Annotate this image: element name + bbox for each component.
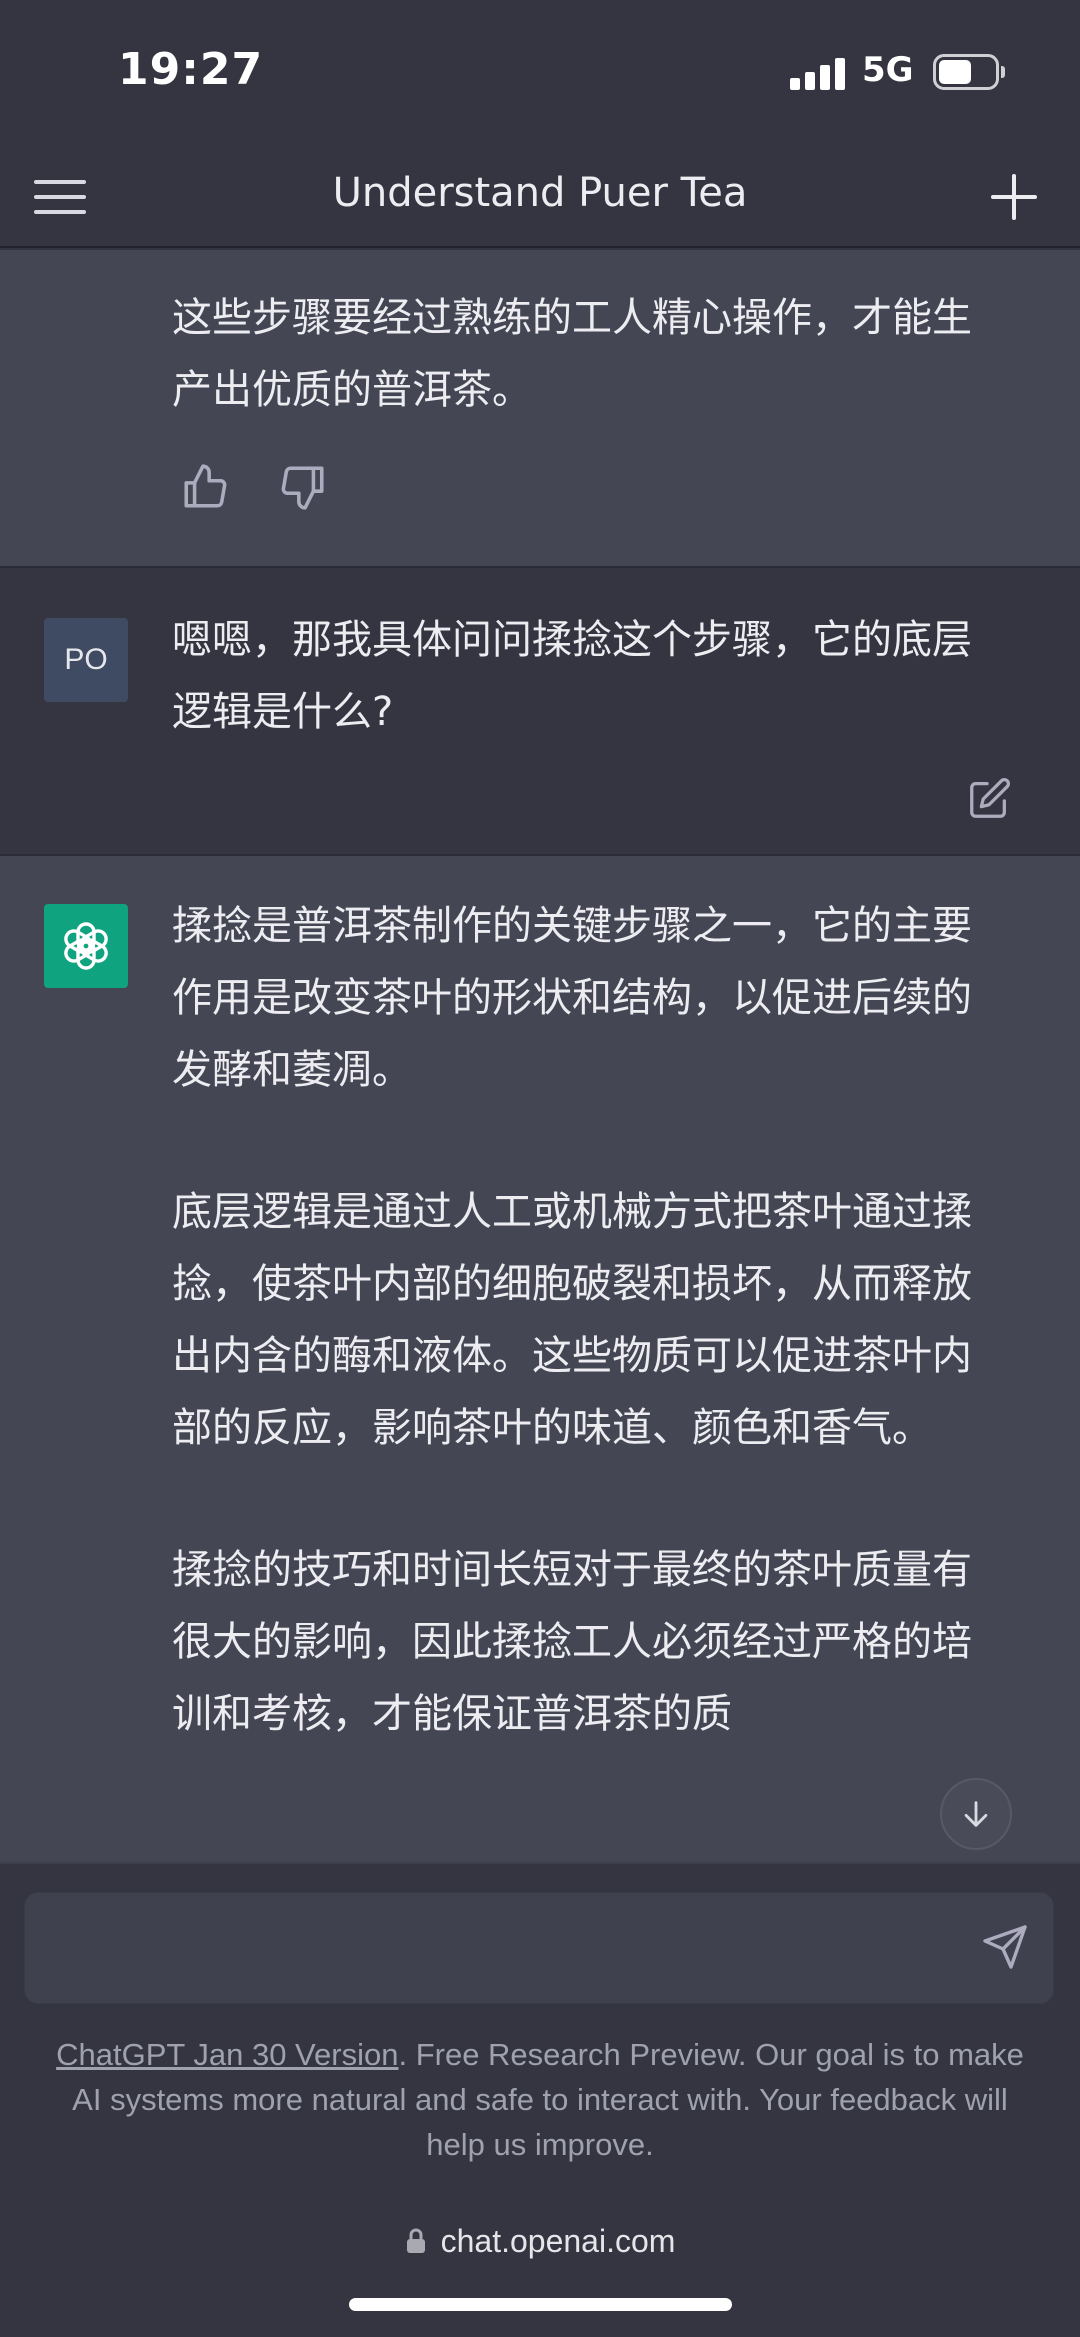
home-indicator[interactable] xyxy=(349,2298,732,2311)
plus-icon[interactable] xyxy=(986,170,1042,226)
user-message: PO 嗯嗯，那我具体问问揉捻这个步骤，它的底层逻辑是什么? xyxy=(0,568,1080,854)
thumbs-down-icon[interactable] xyxy=(278,462,328,512)
ai-paragraph: 揉捻的技巧和时间长短对于最终的茶叶质量有很大的影响，因此揉捻工人必须经过严格的培… xyxy=(172,1547,972,1737)
send-icon[interactable] xyxy=(981,1923,1033,1975)
user-avatar: PO xyxy=(44,618,128,702)
arrow-down-icon xyxy=(964,1801,988,1827)
battery-icon xyxy=(933,54,1005,90)
thumbs-up-icon[interactable] xyxy=(180,462,230,512)
signal-strength-icon xyxy=(790,56,846,90)
status-time: 19:27 xyxy=(118,44,264,95)
ai-message-text: 这些步骤要经过熟练的工人精心操作，才能生产出优质的普洱茶。 xyxy=(172,295,972,413)
ai-paragraph: 底层逻辑是通过人工或机械方式把茶叶通过揉捻，使茶叶内部的细胞破裂和损坏，从而释放… xyxy=(172,1189,972,1451)
status-bar: 19:27 5G xyxy=(0,0,1080,150)
conversation-thread[interactable]: 这些步骤要经过熟练的工人精心操作，才能生产出优质的普洱茶。 PO 嗯嗯，那我具体… xyxy=(0,250,1080,1862)
message-input[interactable] xyxy=(49,1893,949,2003)
chatgpt-logo-icon xyxy=(44,904,128,988)
nav-bar: Understand Puer Tea xyxy=(0,150,1080,248)
ai-message: 揉捻是普洱茶制作的关键步骤之一，它的主要作用是改变茶叶的形状和结构，以促进后续的… xyxy=(0,856,1080,1862)
user-message-text: 嗯嗯，那我具体问问揉捻这个步骤，它的底层逻辑是什么? xyxy=(172,617,972,735)
conversation-title: Understand Puer Tea xyxy=(332,170,748,216)
url-text: chat.openai.com xyxy=(440,2222,676,2259)
browser-url-bar[interactable]: chat.openai.com xyxy=(0,2206,1080,2276)
version-link[interactable]: ChatGPT Jan 30 Version xyxy=(56,2037,398,2072)
network-type: 5G xyxy=(862,50,914,90)
footer-disclaimer: ChatGPT Jan 30 Version. Free Research Pr… xyxy=(40,2032,1040,2167)
ai-paragraph: 揉捻是普洱茶制作的关键步骤之一，它的主要作用是改变茶叶的形状和结构，以促进后续的… xyxy=(172,903,972,1093)
lock-icon xyxy=(406,2228,425,2253)
ai-message-previous: 这些步骤要经过熟练的工人精心操作，才能生产出优质的普洱茶。 xyxy=(0,250,1080,566)
app-root: 19:27 5G Understand Puer Tea 这些步骤要经过熟练的工… xyxy=(0,0,1080,2337)
edit-icon[interactable] xyxy=(966,776,1014,824)
scroll-to-bottom-button[interactable] xyxy=(940,1778,1012,1850)
hamburger-menu-icon[interactable] xyxy=(32,168,90,226)
message-input-box[interactable] xyxy=(24,1892,1054,2004)
ai-response-body: 揉捻是普洱茶制作的关键步骤之一，它的主要作用是改变茶叶的形状和结构，以促进后续的… xyxy=(172,890,1002,1820)
